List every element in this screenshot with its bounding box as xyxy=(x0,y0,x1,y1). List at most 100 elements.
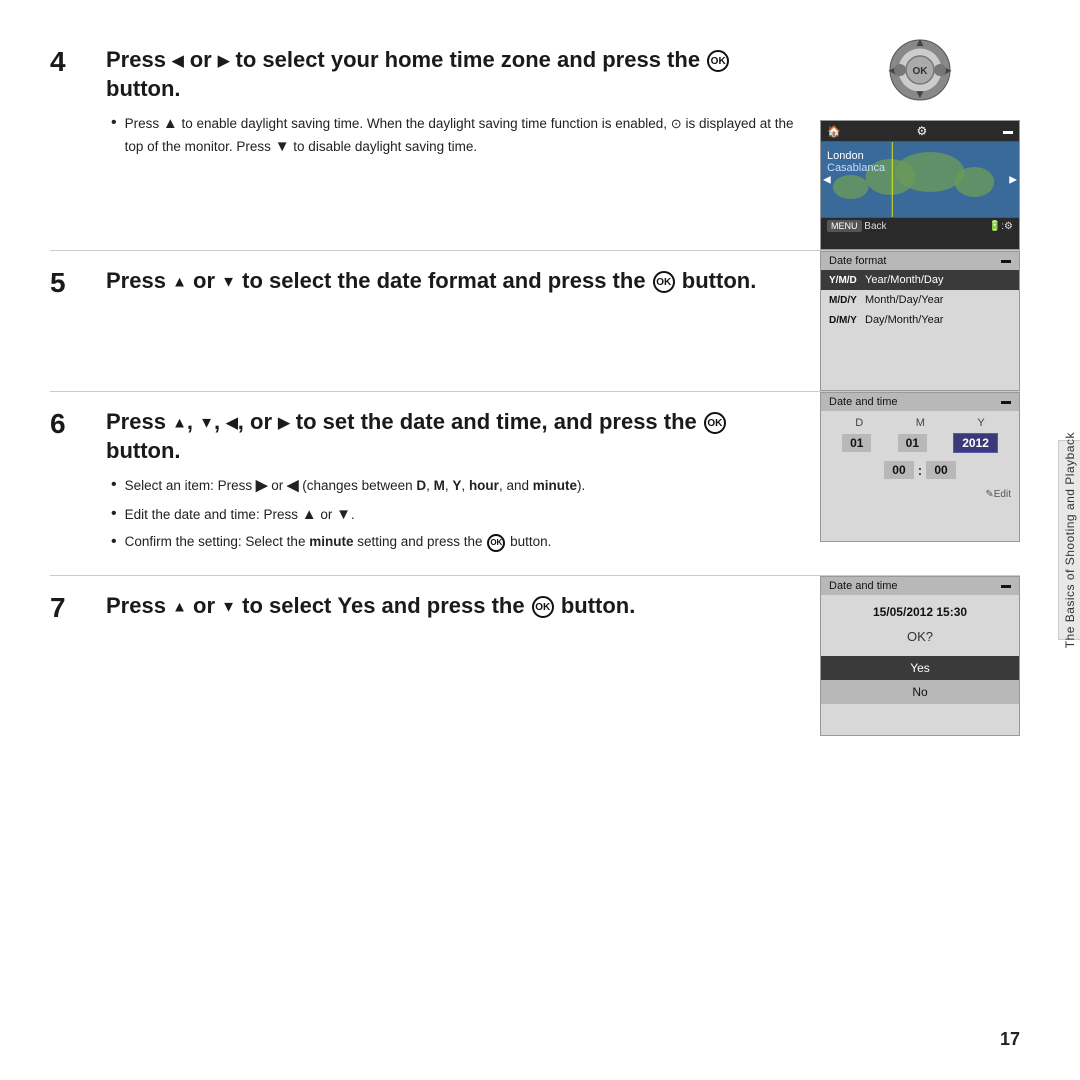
tz-home-icon: 🏠 xyxy=(827,125,841,138)
tz-settings-icon: ⚙ xyxy=(916,124,927,138)
dt-battery: ▬ xyxy=(1001,396,1011,408)
dt-col-d: D xyxy=(855,417,863,429)
svg-text:▼: ▼ xyxy=(914,87,926,101)
step6-content: Press ▲, ▼, ◀, or ▶ to set the date and … xyxy=(106,408,805,559)
step6-title: Press ▲, ▼, ◀, or ▶ to set the date and … xyxy=(106,408,805,465)
step7-left: 7 Press ▲ or ▼ to select Yes and press t… xyxy=(50,576,805,736)
tz-bottom-bar: MENU Back 🔋:⚙ xyxy=(821,217,1019,235)
tz-arrow-left: ◀ xyxy=(823,174,831,185)
dt-val-min: 00 xyxy=(926,461,955,479)
step6-row: 6 Press ▲, ▼, ◀, or ▶ to set the date an… xyxy=(50,392,1020,575)
step6-bullets: Select an item: Press ▶ or ◀ (changes be… xyxy=(111,475,805,553)
step4-row: 4 Press ◀ or ▶ to select your home time … xyxy=(50,30,1020,250)
menu-label: MENU Back xyxy=(827,221,887,232)
tz-casablanca: Casablanca xyxy=(827,162,885,174)
dt-title: Date and time xyxy=(829,396,897,408)
step6-left: 6 Press ▲, ▼, ◀, or ▶ to set the date an… xyxy=(50,392,805,575)
sidebar-tab: The Basics of Shooting and Playback xyxy=(1058,440,1080,640)
step5-ok-icon: OK xyxy=(653,271,675,293)
step6-bullet2: Edit the date and time: Press ▲ or ▼. xyxy=(111,504,805,527)
dt-val-d: 01 xyxy=(842,434,871,452)
back-label: Back xyxy=(864,221,886,232)
df-row-ymd: Y/M/D Year/Month/Day xyxy=(821,270,1019,290)
cf-title-bar: Date and time ▬ xyxy=(821,577,1019,595)
tz-map-area: London Casablanca ◀ ▶ xyxy=(821,142,1019,217)
svg-text:▲: ▲ xyxy=(914,35,926,49)
dt-val-m: 01 xyxy=(898,434,927,452)
cf-no-row: No xyxy=(821,680,1019,704)
step7-number: 7 xyxy=(50,592,86,622)
step6-number: 6 xyxy=(50,408,86,438)
cf-datetime: 15/05/2012 15:30 xyxy=(821,595,1019,625)
timezone-screen: 🏠 ⚙ ▬ xyxy=(820,120,1020,250)
tz-arrows: ◀ ▶ xyxy=(821,174,1019,185)
cf-ok-text: OK? xyxy=(821,625,1019,648)
df-battery: ▬ xyxy=(1001,255,1011,267)
step7-title: Press ▲ or ▼ to select Yes and press the… xyxy=(106,592,805,621)
df-code-dmy: D/M/Y xyxy=(829,315,859,326)
step6-right: Date and time ▬ D M Y 01 01 2012 00 : 00 xyxy=(805,392,1020,575)
df-label-mdy: Month/Day/Year xyxy=(865,294,943,306)
tz-top-bar: 🏠 ⚙ ▬ xyxy=(821,121,1019,142)
step5-content: Press ▲ or ▼ to select the date format a… xyxy=(106,267,805,306)
step7-row: 7 Press ▲ or ▼ to select Yes and press t… xyxy=(50,576,1020,736)
dt-col-m: M xyxy=(916,417,925,429)
dt-header-row: D M Y xyxy=(821,411,1019,431)
tz-right-icon: 🔋:⚙ xyxy=(989,221,1013,232)
step4-title: Press ◀ or ▶ to select your home time zo… xyxy=(106,46,805,103)
step5-arrow-down: ▼ xyxy=(221,273,236,290)
df-row-mdy: M/D/Y Month/Day/Year xyxy=(821,290,1019,310)
step5-title: Press ▲ or ▼ to select the date format a… xyxy=(106,267,805,296)
tz-cities: London Casablanca xyxy=(827,150,885,174)
step5-left: 5 Press ▲ or ▼ to select the date format… xyxy=(50,251,805,391)
df-label-ymd: Year/Month/Day xyxy=(865,274,943,286)
page-container: 4 Press ◀ or ▶ to select your home time … xyxy=(0,0,1080,1080)
step6-bullet3: Confirm the setting: Select the minute s… xyxy=(111,532,805,553)
cf-battery: ▬ xyxy=(1001,580,1011,592)
dt-value-row: 01 01 2012 xyxy=(821,431,1019,455)
step5-section: 5 Press ▲ or ▼ to select the date format… xyxy=(50,251,805,322)
step5-row: 5 Press ▲ or ▼ to select the date format… xyxy=(50,251,1020,391)
tz-map-bg: London Casablanca ◀ ▶ xyxy=(821,142,1019,217)
dt-colon: : xyxy=(918,462,923,478)
menu-btn: MENU xyxy=(827,220,862,232)
df-row-dmy: D/M/Y Day/Month/Year xyxy=(821,310,1019,330)
step4-number: 4 xyxy=(50,46,86,76)
dt-footer: ✎ Edit xyxy=(821,485,1019,504)
df-code-ymd: Y/M/D xyxy=(829,275,859,286)
dt-edit-label: Edit xyxy=(994,489,1011,500)
arrow-left-icon: ◀ xyxy=(172,52,184,69)
ok-button-svg: OK ▲ ▼ ◀ ▶ xyxy=(880,30,960,110)
ok-icon: OK xyxy=(707,50,729,72)
step4-right: OK ▲ ▼ ◀ ▶ 🏠 ⚙ ▬ xyxy=(805,30,1020,250)
step7-content: Press ▲ or ▼ to select Yes and press the… xyxy=(106,592,805,631)
step4-section: 4 Press ◀ or ▶ to select your home time … xyxy=(50,30,805,180)
dt-time-row: 00 : 00 xyxy=(821,455,1019,485)
sidebar-tab-text: The Basics of Shooting and Playback xyxy=(1063,432,1077,648)
date-format-screen: Date format ▬ Y/M/D Year/Month/Day M/D/Y… xyxy=(820,251,1020,391)
datetime-screen: Date and time ▬ D M Y 01 01 2012 00 : 00 xyxy=(820,392,1020,542)
tz-london: London xyxy=(827,150,885,162)
dt-col-y: Y xyxy=(977,417,984,429)
step4-bullets: Press ▲ to enable daylight saving time. … xyxy=(111,113,805,158)
tz-arrow-right: ▶ xyxy=(1009,174,1017,185)
step6-section: 6 Press ▲, ▼, ◀, or ▶ to set the date an… xyxy=(50,392,805,575)
dt-val-y: 2012 xyxy=(953,433,998,453)
df-label-dmy: Day/Month/Year xyxy=(865,314,943,326)
dt-val-h: 00 xyxy=(884,461,913,479)
step4-bullet1: Press ▲ to enable daylight saving time. … xyxy=(111,113,805,158)
dt-edit-icon: ✎ xyxy=(985,489,993,500)
cf-title: Date and time xyxy=(829,580,897,592)
step7-right: Date and time ▬ 15/05/2012 15:30 OK? Yes… xyxy=(805,576,1020,736)
confirm-screen: Date and time ▬ 15/05/2012 15:30 OK? Yes… xyxy=(820,576,1020,736)
step5-number: 5 xyxy=(50,267,86,297)
dt-title-bar: Date and time ▬ xyxy=(821,393,1019,411)
tz-battery-icon: ▬ xyxy=(1003,126,1013,137)
cf-yes-row: Yes xyxy=(821,656,1019,680)
svg-text:OK: OK xyxy=(913,66,929,77)
step4-left: 4 Press ◀ or ▶ to select your home time … xyxy=(50,30,805,250)
step7-section: 7 Press ▲ or ▼ to select Yes and press t… xyxy=(50,576,805,647)
df-code-mdy: M/D/Y xyxy=(829,295,859,306)
step6-bullet1: Select an item: Press ▶ or ◀ (changes be… xyxy=(111,475,805,498)
arrow-right-icon: ▶ xyxy=(218,52,230,69)
